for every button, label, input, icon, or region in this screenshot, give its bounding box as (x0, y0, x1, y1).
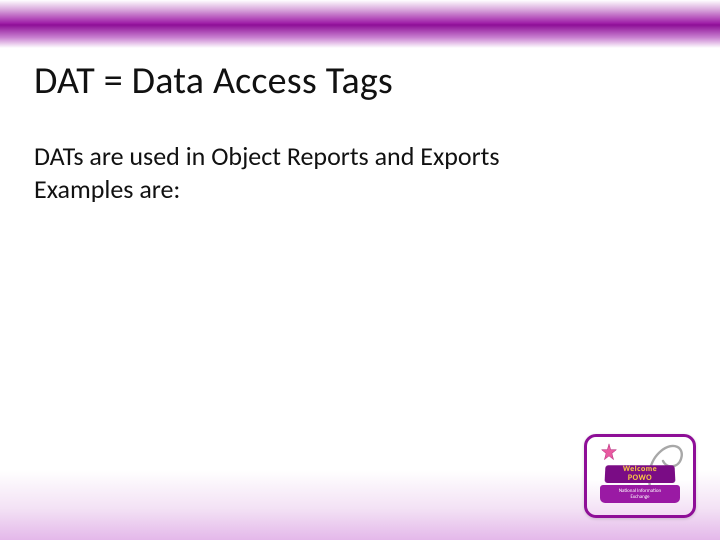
logo-banner: National Information Exchange (600, 485, 680, 503)
body-line-1: DATs are used in Object Reports and Expo… (34, 140, 660, 173)
slide: DAT = Data Access Tags DATs are used in … (0, 0, 720, 540)
logo-sign: Welcome POWO (605, 465, 676, 483)
body-line-2: Examples are: (34, 173, 660, 206)
top-gradient-band (0, 0, 720, 48)
logo-badge: Welcome POWO National Information Exchan… (584, 434, 696, 518)
logo-inner: Welcome POWO National Information Exchan… (587, 437, 693, 515)
star-icon (599, 443, 619, 463)
slide-title: DAT = Data Access Tags (34, 58, 690, 104)
logo-banner-line2: Exchange (600, 494, 680, 500)
logo-sign-line2: POWO (605, 474, 676, 483)
slide-body: DATs are used in Object Reports and Expo… (34, 140, 660, 205)
